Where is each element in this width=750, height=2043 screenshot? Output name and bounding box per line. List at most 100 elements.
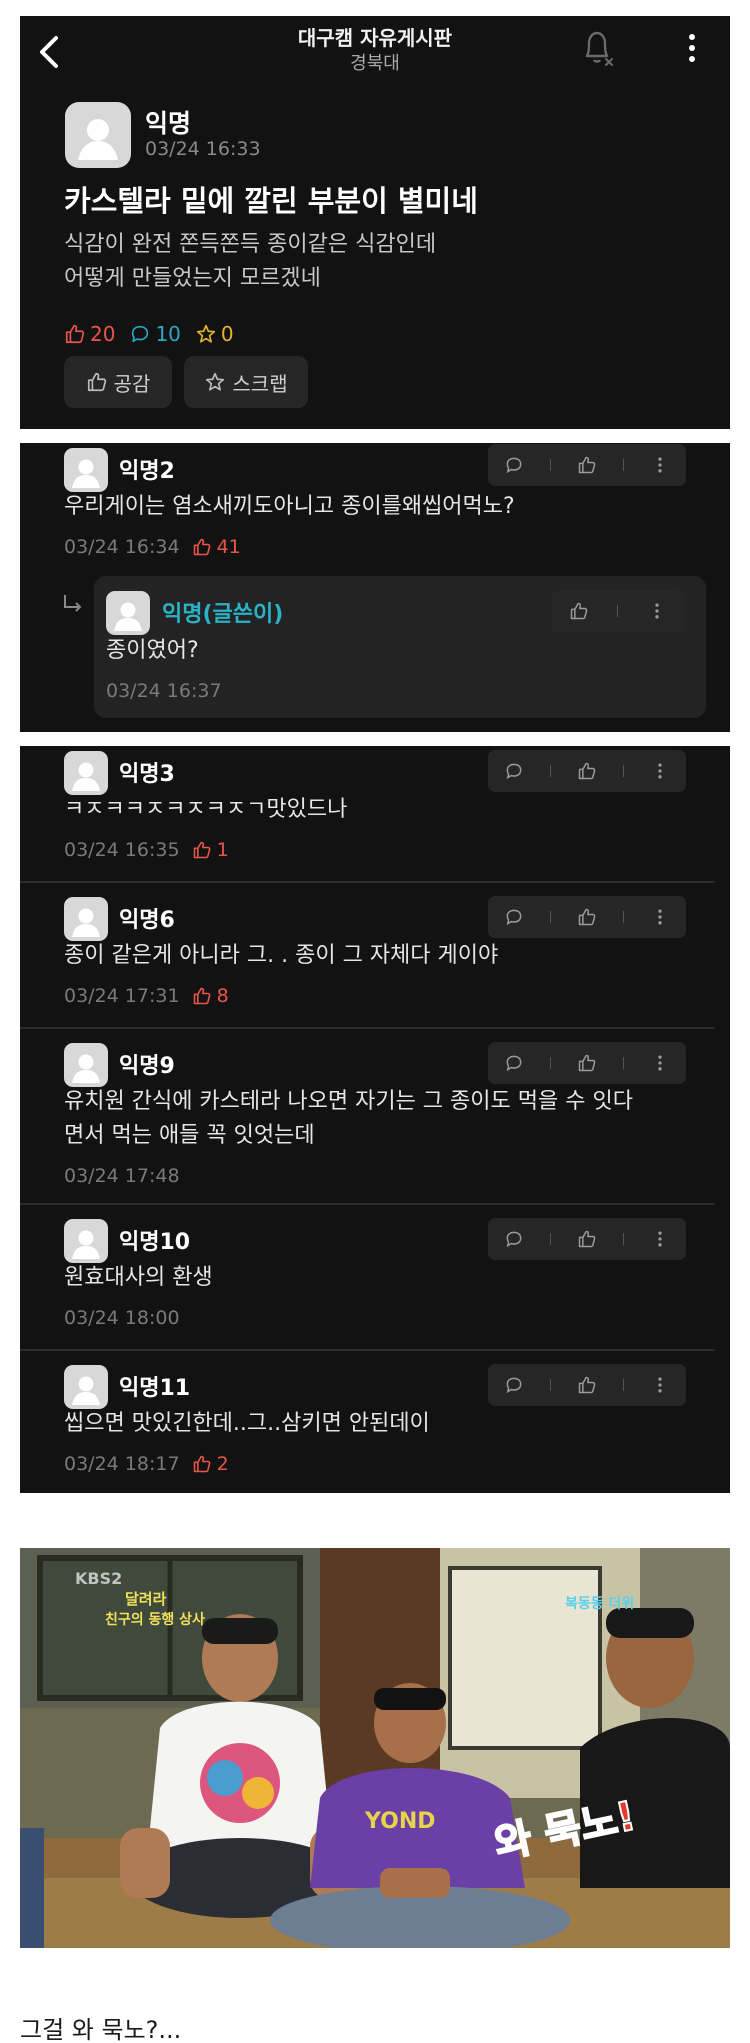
divider — [20, 1027, 715, 1029]
comment: 익명6 종이 같은게 아니라 그. . 종이 그 자체다 게이야 03/24 1… — [20, 893, 730, 1033]
more-vertical-icon[interactable] — [680, 28, 704, 68]
reply-arrow-icon — [62, 593, 84, 615]
thumbs-up-icon[interactable] — [564, 596, 594, 626]
post-title: 카스텔라 밑에 깔린 부분이 별미네 — [64, 184, 478, 218]
speech-bubble-icon[interactable] — [499, 756, 529, 786]
comment-author: 익명2 — [119, 459, 175, 484]
comment-actions — [488, 1218, 686, 1260]
post-body-line: 어떻게 만들었는지 모르겠네 — [64, 266, 321, 291]
comment-actions — [488, 1364, 686, 1406]
separator — [623, 459, 625, 471]
more-vertical-icon[interactable] — [645, 902, 675, 932]
thumbs-up-icon[interactable] — [572, 1224, 602, 1254]
comment-text: 우리게이는 염소새끼도아니고 종이를왜씹어먹노? — [64, 494, 515, 519]
more-vertical-icon[interactable] — [645, 1370, 675, 1400]
avatar — [64, 751, 108, 795]
comment-text: 면서 먹는 애들 꼭 잇엇는데 — [64, 1123, 315, 1148]
scrap-button[interactable]: 스크랩 — [184, 356, 308, 408]
comment-actions — [488, 750, 686, 792]
avatar — [64, 1219, 108, 1263]
comments-panel: 익명3 ㅋㅈㅋㅋㅈㅋㅈㅋㅈㄱ맛있드나 03/24 16:35 1 익명6 종이 … — [20, 746, 730, 1493]
like-count: 20 — [64, 322, 115, 346]
thumbs-up-icon[interactable] — [572, 902, 602, 932]
reply-time: 03/24 16:37 — [106, 680, 222, 702]
more-vertical-icon[interactable] — [642, 596, 672, 626]
comment-meta: 03/24 18:17 2 — [64, 1453, 229, 1475]
speech-bubble-icon[interactable] — [499, 902, 529, 932]
more-vertical-icon[interactable] — [645, 1224, 675, 1254]
avatar — [64, 448, 108, 492]
comment-count: 10 — [129, 322, 181, 346]
avatar — [64, 897, 108, 941]
separator — [623, 1233, 625, 1245]
reply-meta: 03/24 16:37 — [106, 680, 222, 702]
tv-subtitle-line: 친구의 동행 상사 — [105, 1611, 205, 1628]
separator — [549, 459, 551, 471]
post-author: 익명 — [145, 109, 192, 138]
board-subtitle: 경북대 — [350, 53, 400, 74]
comment-time: 03/24 18:17 — [64, 1453, 180, 1475]
comment-time: 03/24 17:48 — [64, 1165, 180, 1187]
comment-author: 익명3 — [119, 762, 175, 787]
thumbs-up-icon — [65, 324, 85, 344]
thumbs-up-icon[interactable] — [572, 450, 602, 480]
comment-author: 익명11 — [119, 1376, 191, 1401]
comment-text: 유치원 간식에 카스테라 나오면 자기는 그 종이도 먹을 수 잇다 — [64, 1089, 633, 1114]
thumbs-up-icon — [193, 1455, 210, 1473]
comment-actions — [488, 1042, 686, 1084]
thumbs-up-icon — [193, 841, 210, 859]
more-vertical-icon[interactable] — [645, 756, 675, 786]
like-button[interactable]: 공감 — [64, 356, 172, 408]
reply-actions — [552, 590, 684, 632]
post-body: 식감이 완전 쫀득쫀득 종이같은 식감인데 어떻게 만들었는지 모르겠네 — [64, 228, 436, 296]
avatar — [64, 1365, 108, 1409]
comment-meta: 03/24 16:35 1 — [64, 839, 229, 861]
star-icon — [196, 324, 215, 343]
thumbs-up-icon[interactable] — [572, 756, 602, 786]
comment-likes: 2 — [192, 1453, 229, 1475]
comment: 익명10 원효대사의 환생 03/24 18:00 — [20, 1215, 730, 1355]
comment-time: 03/24 18:00 — [64, 1307, 180, 1329]
scrap-count: 0 — [195, 322, 234, 346]
speech-bubble-icon[interactable] — [499, 1048, 529, 1078]
broadcaster-logo: KBS2 — [75, 1569, 122, 1588]
separator — [549, 1057, 551, 1069]
comment-meta: 03/24 17:31 8 — [64, 985, 229, 1007]
thumbs-up-icon[interactable] — [572, 1370, 602, 1400]
more-vertical-icon[interactable] — [645, 1048, 675, 1078]
divider — [20, 1349, 715, 1351]
comment-text: 원효대사의 환생 — [64, 1265, 213, 1290]
comment-likes: 1 — [192, 839, 229, 861]
comment: 익명11 씹으면 맛있긴한데..그..삼키면 안된데이 03/24 18:17 … — [20, 1361, 730, 1493]
comments-panel: 익명2 우리게이는 염소새끼도아니고 종이를왜씹어먹노? 03/24 16:34… — [20, 443, 730, 732]
comment-text: ㅋㅈㅋㅋㅈㅋㅈㅋㅈㄱ맛있드나 — [64, 797, 348, 822]
speech-bubble-icon — [132, 325, 149, 343]
separator — [617, 605, 619, 617]
board-title: 대구캠 자유게시판 — [297, 26, 453, 50]
comment: 익명2 우리게이는 염소새끼도아니고 종이를왜씹어먹노? 03/24 16:34… — [20, 443, 730, 573]
thumbs-up-icon — [193, 538, 210, 556]
speech-bubble-icon[interactable] — [499, 1370, 529, 1400]
comment-time: 03/24 17:31 — [64, 985, 180, 1007]
comment-time: 03/24 16:34 — [64, 536, 180, 558]
reply-comment: 익명(글쓴이) 종이였어? 03/24 16:37 — [94, 576, 706, 718]
thumbs-up-icon[interactable] — [572, 1048, 602, 1078]
tv-right-caption: 복동동 더위 — [565, 1596, 634, 1612]
thumbs-up-icon — [193, 987, 210, 1005]
post-panel: 대구캠 자유게시판 경북대 익명 03/24 16:33 카스텔라 밑에 깔린 … — [20, 16, 730, 429]
comment-likes: 41 — [192, 536, 241, 558]
separator — [623, 765, 625, 777]
separator — [623, 1379, 625, 1391]
comment-time: 03/24 16:35 — [64, 839, 180, 861]
comment-likes: 8 — [192, 985, 229, 1007]
speech-bubble-icon[interactable] — [499, 1224, 529, 1254]
bell-off-icon[interactable] — [577, 26, 617, 70]
comment-text: 종이 같은게 아니라 그. . 종이 그 자체다 게이야 — [64, 943, 499, 968]
speech-bubble-icon[interactable] — [499, 450, 529, 480]
thumbs-up-icon — [87, 372, 106, 392]
comment-text: 씹으면 맛있긴한데..그..삼키면 안된데이 — [64, 1411, 430, 1436]
comment-actions — [488, 444, 686, 486]
divider — [20, 881, 715, 883]
reply-text: 종이였어? — [106, 638, 199, 663]
more-vertical-icon[interactable] — [645, 450, 675, 480]
